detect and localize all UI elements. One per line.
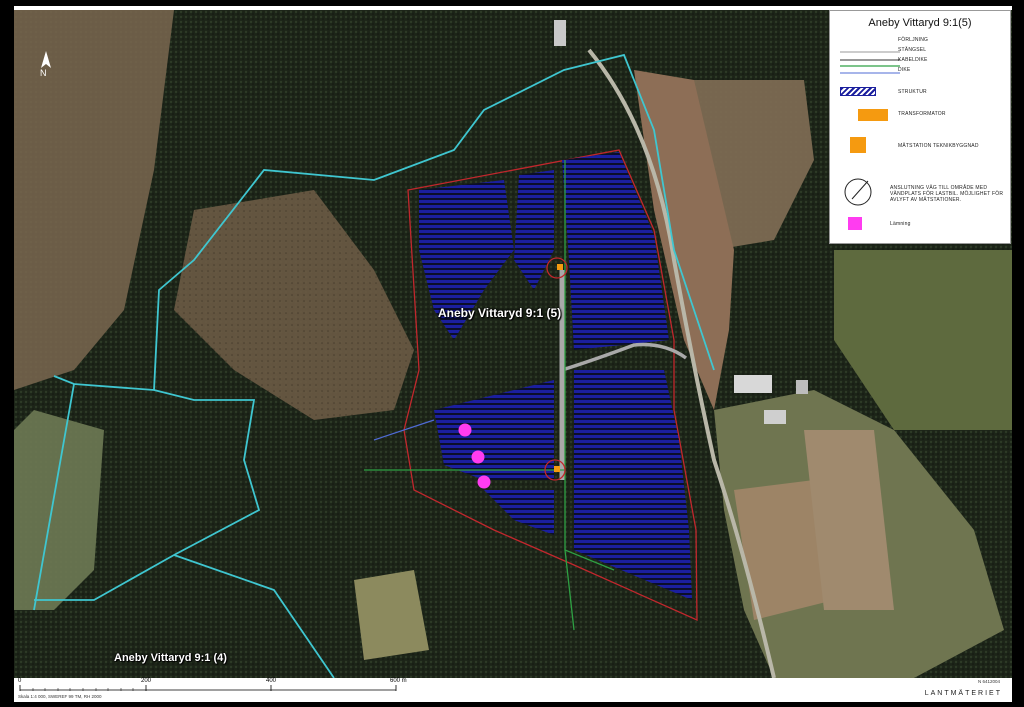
farm-building — [764, 410, 786, 424]
green-line-icon — [840, 65, 900, 67]
legend-label: STRUKTUR — [898, 89, 927, 95]
gray-line-icon — [840, 51, 900, 53]
transformer-marker — [554, 466, 560, 472]
map-legend: Aneby Vittaryd 9:1(5) FÖRLJNING STÄNGSEL… — [829, 10, 1011, 244]
legend-label: FÖRLJNING — [898, 37, 929, 43]
lamning-icon — [848, 217, 862, 230]
north-label: N — [40, 68, 47, 78]
corner-text: N 6412004 — [977, 679, 1000, 684]
north-arrow-icon: N — [36, 50, 56, 86]
legend-label: Lämning — [890, 221, 911, 227]
scale-tick: 600 m — [390, 678, 407, 684]
dark-line-icon — [840, 59, 900, 61]
farm-building — [734, 375, 772, 393]
legend-title: Aneby Vittaryd 9:1(5) — [868, 17, 972, 29]
scale-bar: 0 200 400 600 m Skala 1:4 000, SWEREF 99… — [14, 678, 1012, 702]
legend-label: STÄNGSEL — [898, 47, 927, 53]
parcel-label-other: Aneby Vittaryd 9:1 (4) — [114, 652, 227, 664]
transformer-marker — [557, 264, 563, 270]
scale-text: Skala 1:4 000, SWEREF 99 TM, RH 2000 — [18, 694, 102, 699]
scale-ruler — [19, 685, 397, 691]
legend-label: DIKE — [898, 67, 911, 73]
lamning-marker[interactable] — [471, 450, 485, 464]
parcel-label-main: Aneby Vittaryd 9:1 (5) — [438, 306, 562, 320]
scale-tick: 400 — [266, 678, 277, 684]
lantmateriet-logo: LANTMÄTERIET — [924, 690, 1002, 697]
lamning-marker[interactable] — [458, 423, 472, 437]
legend-label: MÄTSTATION TEKNIKBYGGNAD — [898, 143, 979, 149]
structure-hatch-icon — [840, 87, 876, 96]
turnaround-icon — [844, 178, 872, 206]
building-north — [554, 20, 566, 46]
scale-tick: 0 — [18, 678, 22, 684]
transformer-icon — [858, 109, 888, 121]
lamning-marker[interactable] — [477, 475, 491, 489]
farm-building — [796, 380, 808, 394]
legend-label: TRANSFORMATOR — [898, 111, 946, 117]
blue-line-icon — [840, 72, 900, 74]
legend-label: ANSLUTNING VÄG TILL OMRÅDE MED VÄNDPLATS… — [890, 185, 1004, 203]
legend-label: KABELDIKE — [898, 57, 928, 63]
scale-tick: 200 — [141, 678, 152, 684]
measuring-station-icon — [850, 137, 866, 153]
map-frame: N Aneby Vittaryd 9:1 (5) Aneby Vittaryd … — [14, 6, 1012, 702]
